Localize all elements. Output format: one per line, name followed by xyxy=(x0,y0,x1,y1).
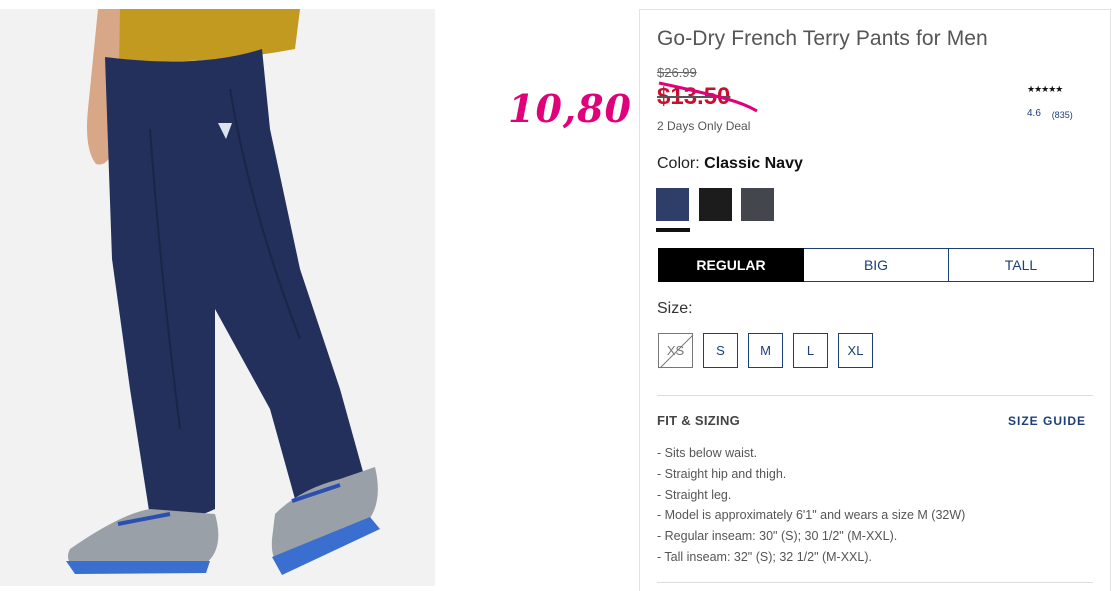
size-s-label: S xyxy=(716,343,725,358)
unavailable-slash-icon xyxy=(659,334,694,369)
list-item: Sits below waist. xyxy=(657,443,965,464)
size-m-label: M xyxy=(760,343,771,358)
size-xl-label: XL xyxy=(847,343,864,358)
product-image[interactable] xyxy=(0,9,435,586)
fit-tab-tall[interactable]: TALL xyxy=(949,248,1094,282)
size-label: Size: xyxy=(657,300,693,317)
fit-details-list: Sits below waist. Straight hip and thigh… xyxy=(657,443,965,568)
selected-swatch-indicator xyxy=(656,228,690,232)
size-options: XS S M L XL xyxy=(658,333,873,369)
size-l-label: L xyxy=(806,343,815,358)
swatch-black[interactable] xyxy=(699,188,732,221)
size-guide-link[interactable]: SIZE GUIDE xyxy=(1008,414,1086,428)
color-label-text: Color: xyxy=(657,155,700,172)
size-m-button[interactable]: M xyxy=(748,333,783,368)
fit-tab-big[interactable]: BIG xyxy=(804,248,949,282)
pink-strikethrough-mark xyxy=(658,81,758,113)
fit-sizing-heading: FIT & SIZING xyxy=(657,413,741,428)
list-item: Straight hip and thigh. xyxy=(657,464,965,485)
swatch-classic-navy[interactable] xyxy=(656,188,689,221)
deal-text: 2 Days Only Deal xyxy=(657,119,751,133)
list-item: Model is approximately 6'1" and wears a … xyxy=(657,505,966,526)
color-label: Color: Classic Navy xyxy=(657,155,803,173)
product-title: Go-Dry French Terry Pants for Men xyxy=(657,27,988,50)
product-details-panel: Go-Dry French Terry Pants for Men $26.99… xyxy=(639,9,1111,591)
rating-value: 4.6 xyxy=(1027,108,1041,119)
size-s-button[interactable]: S xyxy=(703,333,738,368)
rating-stars-icon: ★★★★★ xyxy=(1027,84,1063,94)
swatch-charcoal[interactable] xyxy=(741,188,774,221)
selected-color-name: Classic Navy xyxy=(704,155,803,172)
size-xs-button[interactable]: XS xyxy=(658,333,694,369)
review-count-link[interactable]: (835) xyxy=(1052,110,1073,120)
list-item: Straight leg. xyxy=(657,485,965,506)
fit-tab-regular[interactable]: REGULAR xyxy=(658,248,804,282)
list-item: Tall inseam: 32" (S); 32 1/2" (M-XXL). xyxy=(657,547,965,568)
product-rating[interactable]: ★★★★★ 4.6 (835) xyxy=(1027,84,1097,120)
list-item: Regular inseam: 30" (S); 30 1/2" (M-XXL)… xyxy=(657,526,965,547)
fit-type-selector: REGULAR BIG TALL xyxy=(658,248,1094,282)
size-xl-button[interactable]: XL xyxy=(838,333,873,368)
section-divider xyxy=(657,395,1093,396)
section-divider xyxy=(657,582,1093,583)
handwritten-price-annotation: 10,80 xyxy=(508,86,632,131)
size-l-button[interactable]: L xyxy=(793,333,828,368)
